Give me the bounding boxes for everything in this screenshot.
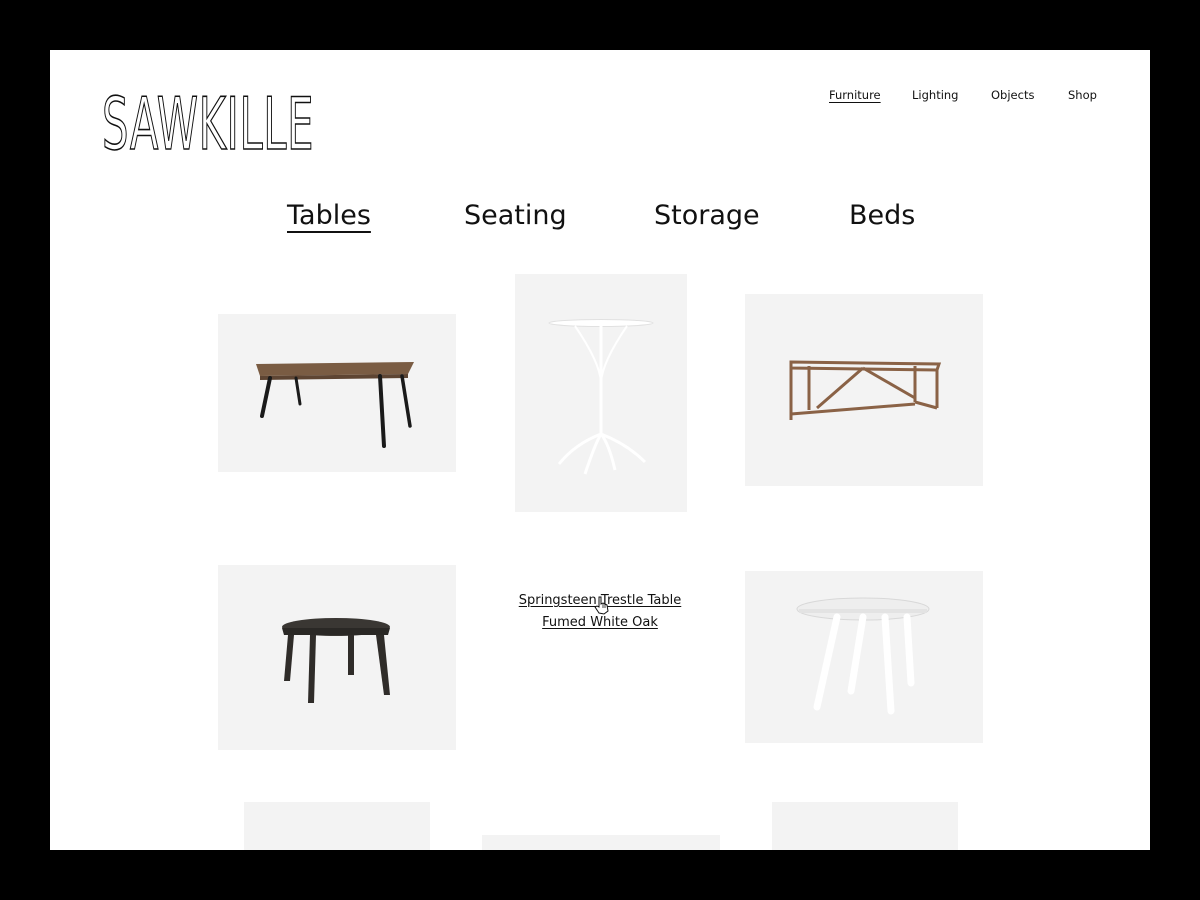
hand-pointer-cursor-icon	[594, 596, 609, 615]
product-card-dark-round-table[interactable]	[218, 565, 456, 750]
product-card[interactable]	[772, 802, 958, 850]
nav-item-objects[interactable]: Objects	[991, 88, 1034, 102]
tab-storage[interactable]: Storage	[654, 200, 760, 231]
page: SAWKILLE Furniture Lighting Objects Shop…	[50, 50, 1150, 850]
product-card-wood-table[interactable]	[218, 314, 456, 472]
product-card[interactable]	[244, 802, 430, 850]
tab-tables[interactable]: Tables	[287, 200, 371, 231]
nav-item-lighting[interactable]: Lighting	[912, 88, 958, 102]
product-card-white-round-table[interactable]	[745, 571, 983, 743]
product-finish-link[interactable]: Fumed White Oak	[505, 612, 695, 634]
product-image	[244, 802, 430, 850]
tab-seating[interactable]: Seating	[464, 200, 567, 231]
category-tabs: Tables Seating Storage Beds	[50, 200, 1150, 240]
walnut-frame-table-image	[789, 360, 942, 420]
product-card-walnut-table[interactable]	[745, 294, 983, 486]
white-bistro-table-image	[548, 319, 654, 475]
nav-item-shop[interactable]: Shop	[1068, 88, 1097, 102]
product-card-bistro-table[interactable]	[515, 274, 687, 512]
white-round-table-image	[796, 597, 930, 715]
product-card[interactable]	[482, 835, 720, 850]
dark-round-table-image	[282, 618, 390, 703]
wood-dining-table-image	[256, 362, 414, 448]
tab-beds[interactable]: Beds	[849, 200, 915, 231]
top-navigation: Furniture Lighting Objects Shop	[50, 88, 1150, 108]
product-image	[482, 835, 720, 850]
nav-item-furniture[interactable]: Furniture	[829, 88, 881, 102]
product-image	[772, 802, 958, 850]
